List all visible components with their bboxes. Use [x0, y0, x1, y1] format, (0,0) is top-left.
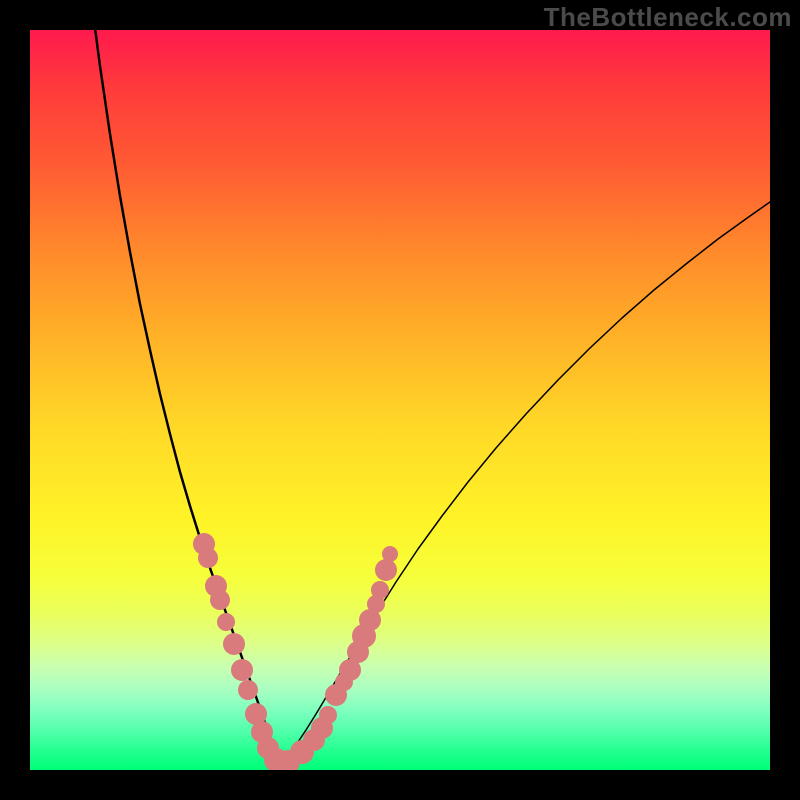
- data-marker: [198, 548, 218, 568]
- data-marker: [382, 546, 398, 562]
- data-marker: [231, 659, 253, 681]
- data-marker: [371, 581, 389, 599]
- left-curve: [90, 30, 278, 764]
- watermark-text: TheBottleneck.com: [544, 2, 792, 33]
- marker-group: [193, 533, 398, 770]
- chart-svg: [30, 30, 770, 770]
- data-marker: [319, 706, 337, 724]
- data-marker: [217, 613, 235, 631]
- data-marker: [375, 559, 397, 581]
- data-marker: [223, 633, 245, 655]
- data-marker: [238, 680, 258, 700]
- data-marker: [210, 590, 230, 610]
